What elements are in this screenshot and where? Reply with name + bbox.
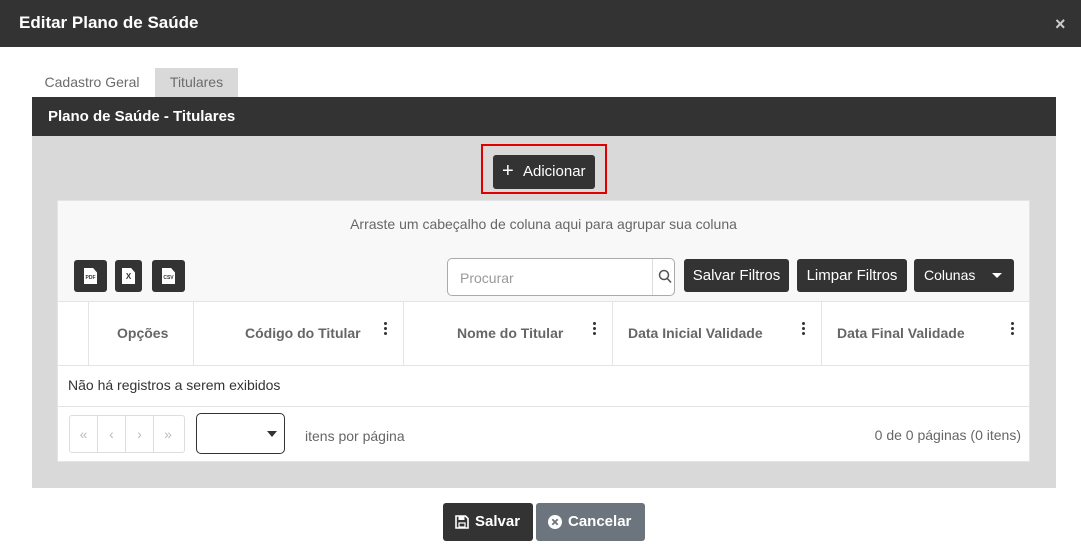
search-icon[interactable]: [658, 269, 672, 285]
first-page-button[interactable]: «: [70, 416, 98, 452]
data-grid: Arraste um cabeçalho de coluna aqui para…: [57, 200, 1030, 462]
columns-dropdown[interactable]: Colunas: [914, 259, 1014, 292]
panel-header: Plano de Saúde - Titulares: [32, 97, 1056, 136]
column-menu-icon[interactable]: [1011, 322, 1015, 338]
last-page-button[interactable]: »: [154, 416, 182, 452]
column-header-data-final[interactable]: Data Final Validade: [821, 301, 1029, 365]
clear-filters-button[interactable]: Limpar Filtros: [797, 259, 907, 292]
search-box: [447, 258, 675, 296]
save-button-label: Salvar: [475, 513, 521, 530]
pdf-file-icon: PDF: [84, 268, 97, 284]
plus-icon: +: [502, 160, 514, 182]
export-csv-button[interactable]: CSV: [152, 260, 185, 292]
table-header: Opções Código do Titular Nome do Titular…: [58, 301, 1029, 366]
cancel-circle-icon: [548, 515, 562, 529]
items-per-page-label: itens por página: [305, 428, 405, 444]
close-icon[interactable]: ×: [1055, 14, 1066, 35]
group-panel[interactable]: Arraste um cabeçalho de coluna aqui para…: [58, 201, 1029, 252]
export-excel-button[interactable]: X: [115, 260, 142, 292]
page-size-select[interactable]: [196, 413, 285, 454]
panel-title: Plano de Saúde - Titulares: [48, 108, 236, 125]
floppy-disk-icon: [455, 515, 469, 529]
column-header-codigo[interactable]: Código do Titular: [193, 301, 403, 365]
caret-down-icon: [267, 431, 277, 437]
tab-cadastro-geral[interactable]: Cadastro Geral: [32, 68, 152, 97]
csv-file-icon: CSV: [162, 268, 175, 284]
add-button[interactable]: + Adicionar: [493, 155, 595, 189]
tab-titulares[interactable]: Titulares: [155, 68, 238, 97]
cancel-button[interactable]: Cancelar: [536, 503, 645, 541]
pager-info: 0 de 0 páginas (0 itens): [874, 427, 1021, 443]
grid-toolbar: PDF X CSV Salvar Filtros Limpar Filtros …: [58, 251, 1029, 302]
dialog-header: Editar Plano de Saúde ×: [0, 0, 1081, 47]
dialog-title: Editar Plano de Saúde: [19, 13, 199, 32]
next-page-button[interactable]: ›: [126, 416, 154, 452]
caret-down-icon: [992, 273, 1002, 278]
export-pdf-button[interactable]: PDF: [74, 260, 107, 292]
empty-message: Não há registros a serem exibidos: [68, 377, 281, 393]
save-filters-button[interactable]: Salvar Filtros: [684, 259, 789, 292]
column-menu-icon[interactable]: [593, 322, 597, 338]
search-input[interactable]: [458, 267, 647, 289]
save-button[interactable]: Salvar: [443, 503, 533, 541]
cancel-button-label: Cancelar: [568, 513, 632, 530]
column-header-opcoes[interactable]: Opções: [88, 301, 193, 365]
column-menu-icon[interactable]: [384, 322, 388, 338]
excel-file-icon: X: [122, 268, 135, 284]
pager-nav: « ‹ › »: [69, 415, 185, 453]
column-header-nome[interactable]: Nome do Titular: [403, 301, 612, 365]
column-header-data-inicial[interactable]: Data Inicial Validade: [612, 301, 821, 365]
columns-label: Colunas: [924, 267, 976, 283]
pager: « ‹ › » itens por página 0 de 0 páginas …: [58, 406, 1029, 462]
add-button-label: Adicionar: [523, 163, 586, 180]
column-menu-icon[interactable]: [802, 322, 806, 338]
prev-page-button[interactable]: ‹: [98, 416, 126, 452]
